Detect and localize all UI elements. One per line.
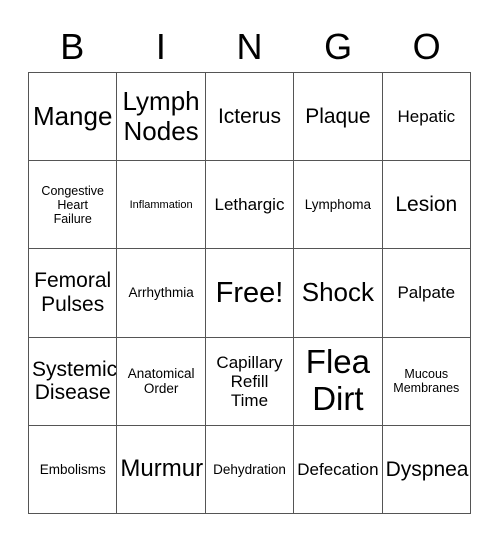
- header-letter-i: I: [155, 26, 166, 67]
- header-letter-o: O: [412, 26, 441, 67]
- bingo-cell-label: Plaque: [305, 104, 371, 128]
- bingo-cell-label: Dyspnea: [385, 457, 469, 481]
- bingo-cell[interactable]: Femoral Pulses: [29, 249, 118, 338]
- bingo-cell[interactable]: Lymphoma: [294, 161, 383, 250]
- bingo-cell-label: Lymphoma: [304, 197, 372, 213]
- bingo-cell[interactable]: Flea Dirt: [294, 337, 383, 426]
- bingo-cell-label: Lymph Nodes: [122, 86, 200, 146]
- bingo-cell[interactable]: Arrhythmia: [117, 249, 206, 338]
- bingo-cell-label: Flea Dirt: [305, 343, 370, 418]
- bingo-cell-label: Inflammation: [129, 198, 193, 211]
- header-letter-n: N: [236, 26, 263, 67]
- bingo-cell[interactable]: Mange: [29, 73, 118, 162]
- bingo-cell-label: Systemic Disease: [32, 357, 118, 405]
- bingo-cell[interactable]: Embolisms: [29, 425, 118, 514]
- bingo-cell-label: Dehydration: [213, 461, 286, 477]
- bingo-header-row: B I N G O: [28, 22, 471, 72]
- bingo-cell-label: Shock: [301, 277, 375, 308]
- bingo-cell-label: Femoral Pulses: [34, 269, 112, 316]
- bingo-cell-label: Anatomical Order: [127, 366, 195, 397]
- bingo-cell[interactable]: Palpate: [382, 249, 471, 338]
- bingo-cell[interactable]: Dehydration: [205, 425, 295, 514]
- bingo-grid: Mange Lymph Nodes Icterus Plaque Hepatic…: [28, 72, 471, 514]
- bingo-card: B I N G O Mange Lymph Nodes Icterus Plaq…: [0, 0, 500, 544]
- bingo-cell-label: Palpate: [397, 283, 456, 303]
- bingo-cell-label: Embolisms: [39, 461, 106, 477]
- bingo-cell-label: Icterus: [217, 104, 281, 128]
- bingo-cell[interactable]: Dyspnea: [382, 425, 471, 514]
- bingo-cell-free[interactable]: Free!: [205, 249, 295, 338]
- bingo-cell[interactable]: Capillary Refill Time: [205, 337, 295, 426]
- bingo-cell-label: Mucous Membranes: [393, 367, 460, 396]
- header-letter-g: G: [324, 26, 353, 67]
- bingo-cell-label: Congestive Heart Failure: [41, 183, 104, 226]
- bingo-cell[interactable]: Anatomical Order: [117, 337, 206, 426]
- bingo-cell[interactable]: Defecation: [294, 425, 383, 514]
- bingo-cell[interactable]: Murmur: [117, 425, 206, 514]
- bingo-cell[interactable]: Lymph Nodes: [117, 73, 206, 162]
- bingo-cell[interactable]: Lesion: [382, 161, 471, 250]
- bingo-cell-label: Arrhythmia: [128, 285, 194, 301]
- bingo-cell[interactable]: Shock: [294, 249, 383, 338]
- bingo-cell-label: Free!: [215, 276, 284, 309]
- bingo-cell-label: Murmur: [120, 454, 204, 482]
- bingo-cell[interactable]: Congestive Heart Failure: [29, 161, 118, 250]
- bingo-cell-label: Defecation: [297, 459, 379, 479]
- header-letter-b: B: [60, 26, 85, 67]
- bingo-cell-label: Capillary Refill Time: [216, 352, 283, 410]
- bingo-cell[interactable]: Hepatic: [382, 73, 471, 162]
- bingo-cell[interactable]: Lethargic: [205, 161, 295, 250]
- bingo-cell[interactable]: Inflammation: [117, 161, 206, 250]
- bingo-cell-label: Lethargic: [214, 195, 285, 215]
- bingo-cell[interactable]: Systemic Disease: [29, 337, 118, 426]
- bingo-cell-label: Lesion: [395, 193, 458, 217]
- bingo-cell-label: Hepatic: [397, 107, 456, 127]
- bingo-cell[interactable]: Plaque: [294, 73, 383, 162]
- bingo-cell[interactable]: Mucous Membranes: [382, 337, 471, 426]
- bingo-cell[interactable]: Icterus: [205, 73, 295, 162]
- bingo-cell-label: Mange: [32, 101, 113, 132]
